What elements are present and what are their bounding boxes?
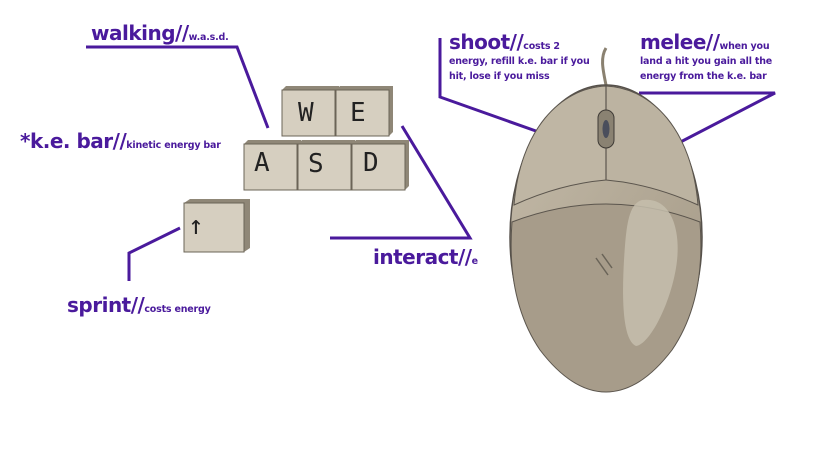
sprint-label: sprint//costs energy xyxy=(67,295,211,315)
shoot-title: shoot// xyxy=(449,30,524,54)
key-e: E xyxy=(335,86,393,137)
key-d: D xyxy=(351,140,409,191)
mouse-cable xyxy=(601,47,608,86)
interact-detail: e xyxy=(471,256,478,267)
key-w-label: W xyxy=(298,98,314,128)
shoot-label: shoot//costs 2 energy, refill k.e. bar i… xyxy=(449,32,599,83)
melee-label: melee//when you land a hit you gain all … xyxy=(640,32,785,83)
walking-title: walking// xyxy=(91,21,189,45)
sprint-leader-line xyxy=(127,226,181,281)
ke-bar-label: *k.e. bar//kinetic energy bar xyxy=(20,131,221,151)
key-shift: ↑ xyxy=(183,199,250,253)
melee-title: melee// xyxy=(640,30,720,54)
key-w: W xyxy=(281,86,339,137)
interact-label: interact//e xyxy=(373,247,478,267)
key-s: S xyxy=(297,140,355,191)
key-a: A xyxy=(243,140,301,191)
key-a-label: A xyxy=(254,148,270,178)
ke-bar-detail: kinetic energy bar xyxy=(126,140,221,151)
keyboard-keys: W E A S D ↑ xyxy=(183,86,409,253)
walking-leader-line xyxy=(86,45,270,129)
computer-mouse-icon xyxy=(509,47,703,393)
ke-bar-title: *k.e. bar// xyxy=(20,129,127,153)
sprint-detail: costs energy xyxy=(144,304,211,315)
scroll-wheel-center xyxy=(602,120,610,138)
key-d-label: D xyxy=(363,148,379,178)
interact-title: interact// xyxy=(373,245,472,269)
up-arrow-icon: ↑ xyxy=(188,211,204,241)
sprint-title: sprint// xyxy=(67,293,145,317)
walking-detail: w.a.s.d. xyxy=(188,32,229,43)
key-e-label: E xyxy=(350,98,366,128)
key-s-label: S xyxy=(308,149,324,179)
walking-label: walking//w.a.s.d. xyxy=(91,23,229,43)
